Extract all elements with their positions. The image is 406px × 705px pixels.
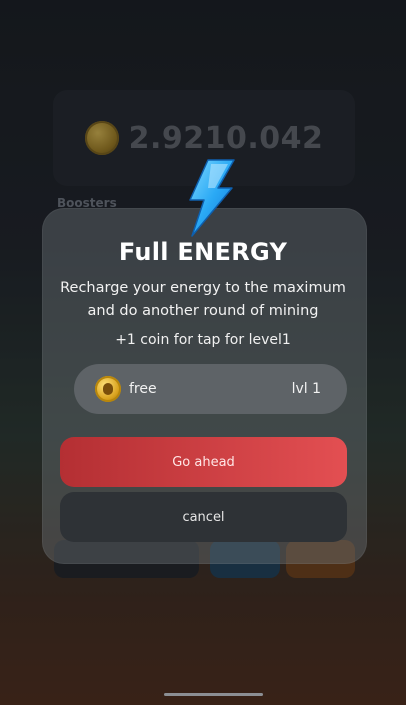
level-label: lvl 1 bbox=[291, 381, 321, 397]
price-row: free lvl 1 bbox=[74, 364, 347, 414]
price-label: free bbox=[129, 381, 157, 397]
modal-description: Recharge your energy to the maximum and … bbox=[60, 280, 346, 319]
lightning-bolt-icon bbox=[189, 159, 235, 237]
coin-icon bbox=[95, 376, 121, 402]
go-ahead-button[interactable]: Go ahead bbox=[60, 437, 347, 487]
app-screen: 2.9210.042 Boosters Full ENERGY Recharge… bbox=[0, 0, 406, 705]
home-indicator bbox=[164, 693, 263, 696]
bonus-text: +1 coin for tap for level1 bbox=[115, 332, 291, 348]
modal-title: Full ENERGY bbox=[118, 238, 288, 266]
cancel-button[interactable]: cancel bbox=[60, 492, 347, 542]
